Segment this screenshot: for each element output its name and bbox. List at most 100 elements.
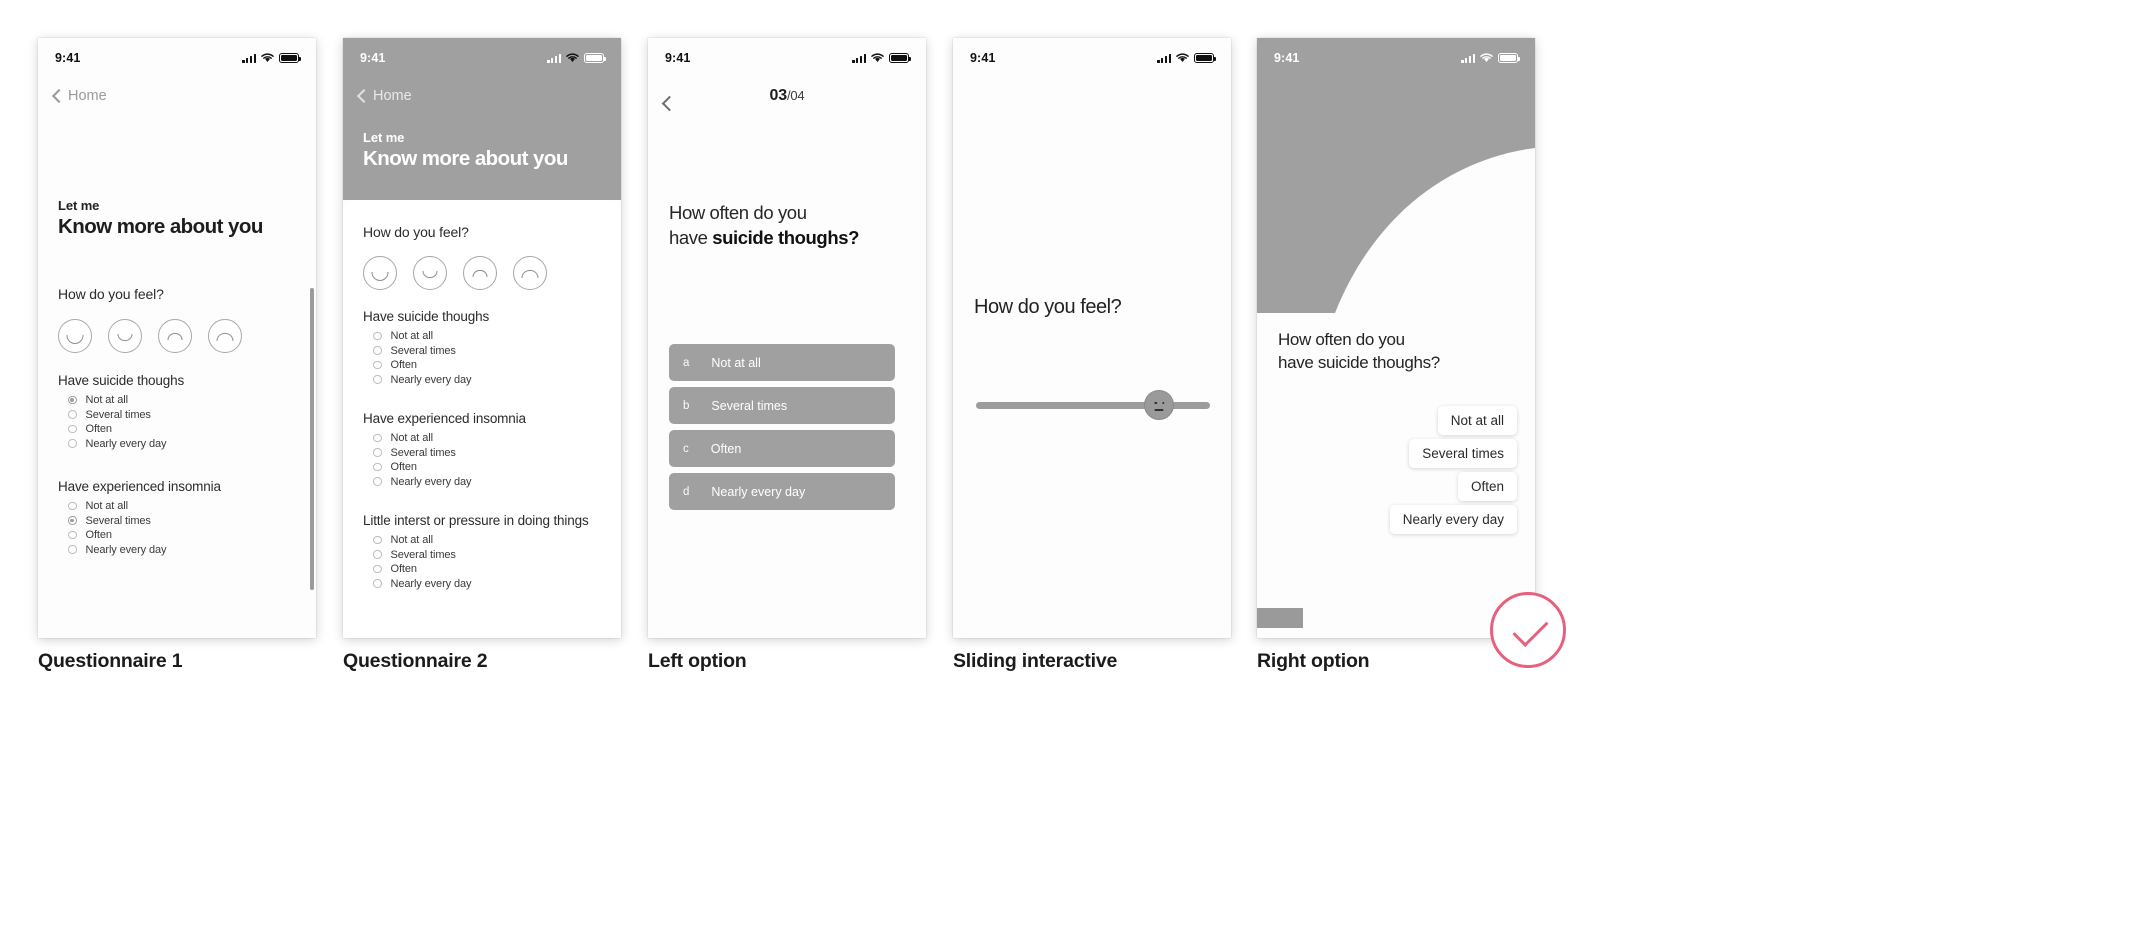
section-suicide-thoughts: Have suicide thoughs Not at all Several … [58,373,296,451]
radio-label: Several times [390,548,456,561]
radio-indicator [373,579,382,588]
radio-indicator [68,530,77,540]
wifi-icon [1176,53,1189,62]
caption-sliding-interactive: Sliding interactive [953,650,1118,672]
pager-indicator: 03/04 [770,87,805,105]
radio-indicator [68,516,77,525]
radio-option[interactable]: Several times [363,446,601,460]
battery-icon [889,53,911,63]
radio-option[interactable]: Several times [363,548,607,562]
answer-pill-nearly-every-day[interactable]: Nearly every day [1389,505,1517,534]
option-letter: a [683,356,690,369]
face-ok-icon[interactable] [413,256,447,290]
option-label: Several times [711,398,788,413]
radio-label: Not at all [390,432,434,444]
radio-option[interactable]: Often [58,528,296,542]
status-icons [547,53,606,63]
question-text: How often do you have suicide thoughs? [669,200,910,250]
face-sad-icon[interactable] [208,319,242,353]
radio-option[interactable]: Not at all [58,393,296,407]
section-title: Little interst or pressure in doing thin… [363,513,589,528]
radio-option[interactable]: Often [58,422,296,436]
answer-option-c[interactable]: c Often [669,430,895,467]
radio-option[interactable]: Often [363,358,601,372]
radio-option[interactable]: Often [363,460,601,474]
radio-indicator [373,564,382,574]
status-bar: 9:41 [343,38,621,78]
radio-option[interactable]: Several times [58,408,296,422]
answer-pill-often[interactable]: Often [1457,472,1517,501]
radio-label: Nearly every day [390,373,472,386]
battery-icon [1498,53,1520,63]
status-time: 9:41 [1274,51,1300,65]
radio-option[interactable]: Nearly every day [363,475,601,489]
radio-indicator [68,395,77,405]
face-ok-icon[interactable] [108,319,142,353]
approved-check-badge [1490,592,1566,668]
radio-option[interactable]: Not at all [363,533,607,547]
radio-label: Not at all [85,500,129,512]
pager-current: 03 [769,87,788,104]
back-nav[interactable]: Home [343,82,621,110]
radio-indicator [373,477,382,486]
signal-bars-icon [1461,53,1475,63]
answer-pill-not-at-all[interactable]: Not at all [1437,406,1517,435]
face-meh-icon[interactable] [463,256,497,290]
wifi-icon [261,53,274,62]
option-letter: c [683,442,689,455]
radio-label: Several times [390,344,456,357]
signal-bars-icon [1157,53,1171,63]
radio-indicator [373,331,382,341]
radio-label: Several times [85,514,151,527]
answer-option-a[interactable]: a Not at all [669,344,895,381]
radio-option[interactable]: Nearly every day [363,373,601,387]
radio-option[interactable]: Often [363,562,607,576]
section-little-interest: Little interst or pressure in doing thin… [363,513,607,591]
caption-questionnaire-2: Questionnaire 2 [343,650,488,672]
radio-indicator [68,439,77,448]
status-time: 9:41 [970,51,996,65]
slider-thumb-face-icon[interactable] [1144,390,1175,420]
radio-option[interactable]: Several times [58,514,296,528]
radio-label: Often [85,423,113,435]
screen-questionnaire-1: 9:41 Let me Home Let me Know more about … [38,38,316,638]
option-letter: b [683,399,690,412]
answer-pill-list: Not at all Several times Often Nearly ev… [1297,406,1517,534]
status-icons [1461,53,1520,63]
question-line-2-prefix: have [669,227,713,249]
section-title: Have experienced insomnia [58,479,221,494]
radio-group: Not at all Several times Often Nearly ev… [363,329,601,387]
bottom-progress-bar [1257,608,1303,628]
section-insomnia: Have experienced insomnia Not at all Sev… [58,479,296,557]
scrollbar-thumb[interactable] [310,288,314,590]
face-sad-icon[interactable] [513,256,547,290]
back-nav[interactable]: Let me Home [38,82,316,110]
radio-option[interactable]: Nearly every day [58,437,296,451]
slider-track[interactable] [976,401,1210,409]
radio-group: Not at all Several times Often Nearly ev… [58,393,296,451]
mood-slider[interactable] [976,388,1210,422]
answer-pill-several-times[interactable]: Several times [1409,439,1517,468]
pager-total: /04 [786,88,805,103]
radio-indicator [68,545,77,554]
answer-option-b[interactable]: b Several times [669,387,895,424]
face-happy-icon[interactable] [363,256,397,290]
radio-option[interactable]: Not at all [58,499,296,513]
section-title: Have experienced insomnia [363,411,526,426]
radio-option[interactable]: Not at all [363,431,601,445]
radio-indicator [68,501,77,511]
face-happy-icon[interactable] [58,319,92,353]
answer-option-d[interactable]: d Nearly every day [669,473,895,510]
radio-option[interactable]: Not at all [363,329,601,343]
mood-face-row [363,256,601,290]
mood-face-row [58,319,296,353]
radio-group: Not at all Several times Often Nearly ev… [58,499,296,557]
radio-option[interactable]: Several times [363,344,601,358]
face-meh-icon[interactable] [158,319,192,353]
status-icons [1157,53,1216,63]
status-time: 9:41 [55,51,81,65]
radio-option[interactable]: Nearly every day [58,543,296,557]
radio-option[interactable]: Nearly every day [363,577,607,591]
question-text: How often do you have suicide thoughs? [1278,328,1517,375]
answer-option-list: a Not at all b Several times c Often d Nearl… [669,344,895,510]
